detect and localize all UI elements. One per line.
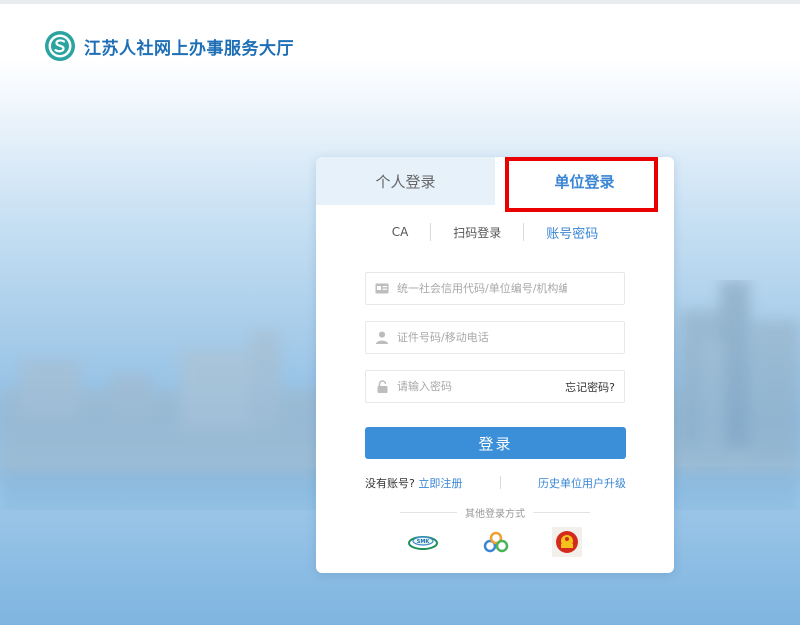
no-account-label: 没有账号? bbox=[365, 477, 415, 490]
top-border bbox=[0, 0, 800, 4]
other-login-label: 其他登录方式 bbox=[465, 508, 525, 520]
id-number-field bbox=[365, 321, 625, 354]
tab-personal-label: 个人登录 bbox=[375, 172, 436, 191]
org-code-field bbox=[365, 272, 625, 305]
password-field: 忘记密码? bbox=[365, 370, 625, 403]
subtab-qr-login[interactable]: 扫码登录 bbox=[431, 224, 523, 241]
subtab-account-password[interactable]: 账号密码 bbox=[524, 223, 620, 242]
jiangsu-smartcard-icon[interactable]: SMK bbox=[408, 527, 438, 557]
register-link[interactable]: 立即注册 bbox=[418, 477, 462, 490]
site-title: 江苏人社网上办事服务大厅 bbox=[84, 38, 294, 59]
login-type-tabs: 个人登录 单位登录 bbox=[316, 157, 674, 212]
user-icon bbox=[375, 331, 389, 345]
login-method-tabs: CA 扫码登录 账号密码 bbox=[316, 221, 674, 243]
login-button[interactable]: 登录 bbox=[365, 427, 626, 459]
org-code-input[interactable] bbox=[397, 282, 567, 295]
divider-line bbox=[400, 511, 457, 513]
account-links: 没有账号? 立即注册 历史单位用户升级 bbox=[365, 475, 626, 491]
tab-unit-label: 单位登录 bbox=[554, 172, 615, 191]
other-login-options: SMK bbox=[316, 527, 674, 559]
national-emblem-icon[interactable] bbox=[552, 527, 582, 557]
site-header: 江苏人社网上办事服务大厅 bbox=[44, 30, 294, 62]
tab-personal-login[interactable]: 个人登录 bbox=[316, 157, 495, 205]
other-login-divider: 其他登录方式 bbox=[400, 505, 590, 520]
lock-icon bbox=[375, 380, 389, 394]
jiangsu-hrss-logo-icon[interactable] bbox=[44, 30, 76, 62]
colorful-rings-login-icon[interactable] bbox=[481, 527, 511, 557]
forgot-password-link[interactable]: 忘记密码? bbox=[565, 379, 615, 395]
tab-unit-login[interactable]: 单位登录 bbox=[495, 157, 674, 212]
no-account-text: 没有账号? 立即注册 bbox=[365, 475, 462, 491]
id-number-input[interactable] bbox=[397, 331, 567, 344]
id-card-icon bbox=[375, 282, 389, 296]
legacy-upgrade-link[interactable]: 历史单位用户升级 bbox=[538, 475, 626, 491]
subtab-ca[interactable]: CA bbox=[370, 225, 431, 239]
divider-line bbox=[533, 511, 590, 513]
links-divider bbox=[500, 476, 501, 489]
svg-text:SMK: SMK bbox=[417, 539, 431, 545]
password-input[interactable] bbox=[397, 380, 567, 393]
login-card: 个人登录 单位登录 CA 扫码登录 账号密码 忘记密码? 登录 没有账号? bbox=[316, 157, 674, 573]
